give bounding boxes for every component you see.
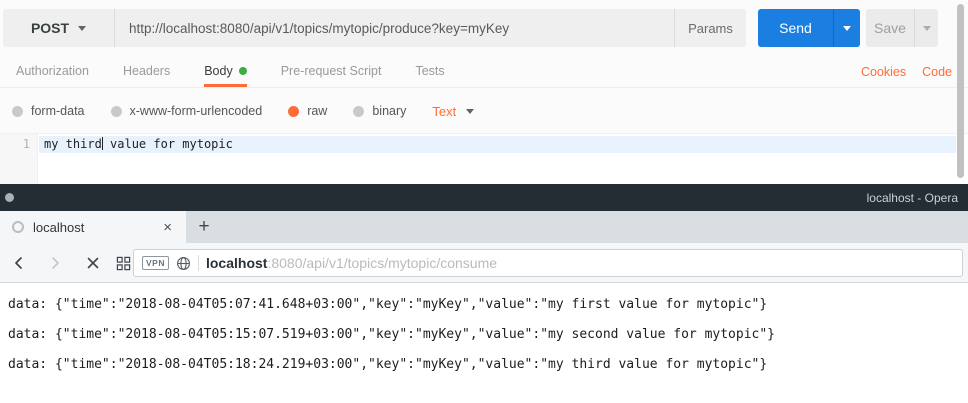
chevron-down-icon [923, 26, 931, 31]
mode-form-data[interactable]: form-data [12, 104, 85, 118]
screen: POST http://localhost:8080/api/v1/topics… [0, 0, 968, 403]
close-tab-icon[interactable]: × [159, 220, 176, 235]
mode-raw[interactable]: raw [288, 104, 327, 118]
grid-icon [116, 256, 131, 271]
body-editor[interactable]: 1 my third value for mytopic [0, 133, 968, 184]
vpn-badge[interactable]: VPN [142, 256, 169, 271]
address-bar[interactable]: VPN localhost:8080/api/v1/topics/mytopic… [133, 249, 963, 277]
mode-raw-label: raw [307, 104, 327, 118]
new-tab-button[interactable]: + [186, 211, 222, 243]
code-link[interactable]: Code [922, 65, 952, 79]
editor-text-after-cursor: value for mytopic [103, 137, 233, 151]
speed-dial-button[interactable] [114, 254, 132, 272]
sse-message: data: {"time":"2018-08-04T05:07:41.648+0… [8, 290, 968, 320]
stop-reload-button[interactable] [84, 254, 102, 272]
window-title: localhost - Opera [867, 184, 958, 211]
address-bar-divider [198, 255, 199, 271]
tab-tests[interactable]: Tests [415, 55, 444, 87]
address-url[interactable]: localhost:8080/api/v1/topics/mytopic/con… [206, 255, 497, 271]
send-button[interactable]: Send [758, 9, 833, 47]
content-type-value: Text [432, 104, 456, 119]
postman-request-panel: POST http://localhost:8080/api/v1/topics… [0, 0, 968, 184]
tab-body-label: Body [204, 64, 233, 78]
body-mode-row: form-data x-www-form-urlencoded raw bina… [12, 96, 968, 126]
cookies-link[interactable]: Cookies [861, 65, 906, 79]
radio-icon [111, 106, 122, 117]
mode-binary[interactable]: binary [353, 104, 406, 118]
send-options-button[interactable] [833, 9, 860, 47]
mode-urlencoded-label: x-www-form-urlencoded [130, 104, 263, 118]
postman-scrollbar[interactable] [957, 4, 964, 178]
chevron-down-icon [843, 26, 851, 31]
address-url-host: localhost [206, 255, 267, 271]
tab-title: localhost [33, 220, 159, 235]
method-url-group: POST http://localhost:8080/api/v1/topics… [3, 9, 746, 47]
http-method-value: POST [31, 20, 69, 36]
editor-line-text[interactable]: my third value for mytopic [44, 137, 233, 151]
stop-x-icon [86, 256, 100, 270]
tab-headers[interactable]: Headers [123, 55, 170, 87]
tab-body[interactable]: Body [204, 55, 247, 87]
opera-titlebar[interactable]: localhost - Opera [0, 184, 968, 211]
globe-icon[interactable] [176, 256, 191, 271]
editor-line-number: 1 [0, 137, 30, 151]
http-method-select[interactable]: POST [3, 9, 115, 47]
back-button[interactable] [10, 254, 28, 272]
sse-message: data: {"time":"2018-08-04T05:15:07.519+0… [8, 320, 968, 350]
request-tabs: Authorization Headers Body Pre-request S… [0, 55, 968, 88]
request-side-links: Cookies Code [861, 55, 952, 88]
send-button-group: Send [758, 9, 860, 47]
chevron-left-icon [11, 255, 27, 271]
opera-toolbar: VPN localhost:8080/api/v1/topics/mytopic… [0, 243, 968, 283]
tab-pre-request-script[interactable]: Pre-request Script [281, 55, 382, 87]
radio-selected-icon [288, 106, 299, 117]
chevron-down-icon [466, 109, 474, 114]
mode-binary-label: binary [372, 104, 406, 118]
request-url-input[interactable]: http://localhost:8080/api/v1/topics/myto… [115, 9, 674, 47]
params-button[interactable]: Params [674, 9, 746, 47]
radio-icon [353, 106, 364, 117]
tab-favicon-icon [12, 221, 24, 233]
editor-text-before-cursor: my third [44, 137, 102, 151]
save-button-group: Save [866, 9, 938, 47]
window-menu-dot-icon[interactable] [5, 193, 14, 202]
chevron-down-icon [78, 26, 86, 31]
forward-button[interactable] [46, 254, 64, 272]
save-button[interactable]: Save [866, 9, 914, 47]
body-has-content-dot-icon [239, 67, 247, 75]
save-options-button[interactable] [914, 9, 938, 47]
tab-authorization[interactable]: Authorization [16, 55, 89, 87]
page-content: data: {"time":"2018-08-04T05:07:41.648+0… [0, 283, 968, 403]
request-builder-row: POST http://localhost:8080/api/v1/topics… [3, 9, 938, 47]
mode-form-data-label: form-data [31, 104, 85, 118]
browser-tab-localhost[interactable]: localhost × [0, 211, 186, 243]
sse-message: data: {"time":"2018-08-04T05:18:24.219+0… [8, 350, 968, 380]
content-type-select[interactable]: Text [432, 104, 474, 119]
address-url-path: :8080/api/v1/topics/mytopic/consume [267, 255, 497, 271]
opera-tab-strip: localhost × + [0, 211, 968, 243]
chevron-right-icon [47, 255, 63, 271]
mode-x-www-form-urlencoded[interactable]: x-www-form-urlencoded [111, 104, 263, 118]
radio-icon [12, 106, 23, 117]
